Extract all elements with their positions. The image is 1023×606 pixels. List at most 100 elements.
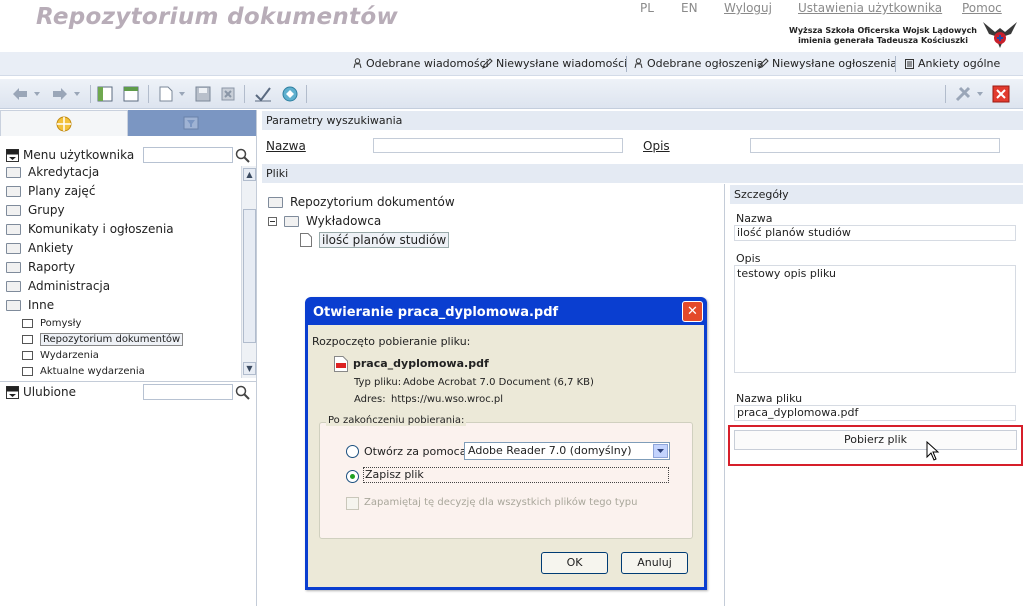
detail-filename-value: praca_dyplomowa.pdf xyxy=(734,405,1016,421)
open-folder-icon xyxy=(6,299,21,311)
folder-icon xyxy=(6,261,21,273)
divider xyxy=(148,85,149,103)
tab-favorites[interactable] xyxy=(128,110,257,136)
divider xyxy=(90,85,91,103)
received-announcements-link[interactable]: Odebrane ogłoszenia xyxy=(633,57,764,70)
detail-desc-value: testowy opis pliku xyxy=(734,265,1016,373)
favorites-search-input[interactable] xyxy=(143,384,233,400)
received-messages-link[interactable]: Odebrane wiadomości xyxy=(352,57,489,70)
name-label: Nazwa xyxy=(266,139,306,153)
cancel-button[interactable]: Anuluj xyxy=(621,552,688,574)
chevron-down-icon[interactable] xyxy=(72,84,82,104)
dialog-close-button[interactable]: ✕ xyxy=(682,301,703,322)
sidebar-item-akredytacja[interactable]: Akredytacja xyxy=(6,165,99,181)
close-icon[interactable] xyxy=(991,84,1011,104)
chevron-down-icon[interactable] xyxy=(975,84,985,104)
chevron-down-icon[interactable] xyxy=(177,84,187,104)
desc-search-input[interactable] xyxy=(750,138,1000,153)
scroll-down-icon[interactable]: ▼ xyxy=(243,362,256,375)
page-title: Repozytorium dokumentów xyxy=(36,4,398,30)
sidebar-item-grupy[interactable]: Grupy xyxy=(6,201,65,219)
unsent-announcements-label: Niewysłane ogłoszenia xyxy=(772,57,898,70)
open-with-radio[interactable] xyxy=(346,445,359,458)
general-surveys-link[interactable]: Ankiety ogólne xyxy=(904,57,1000,70)
chevron-down-icon[interactable] xyxy=(32,84,42,104)
school-name: Wyższa Szkoła Oficerska Wojsk Lądowych i… xyxy=(789,26,977,46)
scroll-up-icon[interactable]: ▲ xyxy=(243,168,256,181)
sidebar-item-label: Akredytacja xyxy=(28,165,100,179)
panel-toggle-icon[interactable] xyxy=(95,84,115,104)
sidebar-item-inne[interactable]: Inne xyxy=(6,296,54,314)
search-icon[interactable] xyxy=(235,385,250,400)
divider xyxy=(244,85,245,103)
collapse-icon[interactable] xyxy=(6,149,19,162)
menu-search-input[interactable] xyxy=(143,147,233,163)
collapse-icon[interactable] xyxy=(6,386,19,399)
detail-name-value: ilość planów studiów xyxy=(734,225,1016,241)
sidebar-item-ankiety[interactable]: Ankiety xyxy=(6,239,73,257)
window-icon[interactable] xyxy=(121,84,141,104)
file-address-label: Adres: xyxy=(354,394,386,405)
save-file-radio[interactable] xyxy=(346,470,359,483)
sidebar-item-administracja[interactable]: Administracja xyxy=(6,277,110,295)
sidebar-item-label: Ankiety xyxy=(28,241,74,255)
person-icon xyxy=(634,58,643,69)
ok-button[interactable]: OK xyxy=(541,552,608,574)
detail-desc-label: Opis xyxy=(736,252,761,265)
tab-menu[interactable] xyxy=(0,110,128,136)
file-label: ilość planów studiów xyxy=(319,232,450,248)
sidebar-item-raporty[interactable]: Raporty xyxy=(6,258,75,276)
lang-pl-link[interactable]: PL xyxy=(640,1,654,15)
user-menu-header: Menu użytkownika xyxy=(0,145,257,165)
download-dialog: Otwieranie praca_dyplomowa.pdf ✕ Rozpocz… xyxy=(305,297,707,590)
file-node[interactable]: ilość planów studiów xyxy=(300,231,450,249)
refresh-icon[interactable] xyxy=(280,84,300,104)
sidebar-item-label: Inne xyxy=(28,298,55,312)
download-file-button[interactable]: Pobierz plik xyxy=(734,430,1017,450)
after-download-label: Po zakończeniu pobierania: xyxy=(326,415,467,426)
general-surveys-label: Ankiety ogólne xyxy=(918,57,1001,70)
check-icon[interactable] xyxy=(253,84,273,104)
folder-node[interactable]: Wykładowca xyxy=(268,212,381,230)
new-document-icon[interactable] xyxy=(156,84,176,104)
sidebar-subitem-aktualne[interactable]: Aktualne wydarzenia xyxy=(22,362,145,377)
unsent-announcements-link[interactable]: Niewysłane ogłoszenia xyxy=(758,57,897,70)
lang-en-link[interactable]: EN xyxy=(681,1,698,15)
folder-icon xyxy=(6,166,21,178)
cursor-icon xyxy=(926,441,940,461)
delete-icon[interactable] xyxy=(218,84,238,104)
search-icon[interactable] xyxy=(235,148,250,163)
back-arrow-icon[interactable] xyxy=(10,84,30,104)
user-settings-link[interactable]: Ustawienia użytkownika xyxy=(798,1,942,15)
unsent-messages-link[interactable]: Niewysłane wiadomości xyxy=(482,57,627,70)
scroll-thumb[interactable] xyxy=(243,209,256,343)
name-search-input[interactable] xyxy=(373,138,623,153)
help-link[interactable]: Pomoc xyxy=(962,1,1002,15)
remember-checkbox[interactable] xyxy=(346,497,359,510)
app-select[interactable]: Adobe Reader 7.0 (domyślny) xyxy=(464,442,670,460)
repo-root-node[interactable]: Repozytorium dokumentów xyxy=(268,193,455,211)
collapse-toggle-icon[interactable] xyxy=(268,216,277,226)
tools-icon[interactable] xyxy=(953,84,973,104)
menu-scrollbar[interactable]: ▲ ▼ xyxy=(241,166,256,378)
logout-link[interactable]: Wyloguj xyxy=(724,1,772,15)
sidebar-tabs xyxy=(0,110,257,136)
save-icon[interactable] xyxy=(193,84,213,104)
sidebar-item-label: Grupy xyxy=(28,203,65,217)
forward-arrow-icon[interactable] xyxy=(50,84,70,104)
messages-bar: Odebrane wiadomości Niewysłane wiadomośc… xyxy=(0,52,1023,76)
filter-icon xyxy=(183,116,199,130)
document-icon xyxy=(300,233,312,247)
sidebar-item-komunikaty[interactable]: Komunikaty i ogłoszenia xyxy=(6,220,174,238)
person-icon xyxy=(353,58,362,69)
detail-name-label: Nazwa xyxy=(736,212,773,225)
chevron-down-icon[interactable] xyxy=(653,444,668,458)
file-type-value: Adobe Acrobat 7.0 Document (6,7 KB) xyxy=(403,377,594,388)
page-icon xyxy=(22,366,33,376)
compass-icon xyxy=(56,116,72,132)
download-started-text: Rozpoczęto pobieranie pliku: xyxy=(312,335,471,348)
sidebar-item-plany[interactable]: Plany zajęć xyxy=(6,182,95,200)
sidebar-item-label: Raporty xyxy=(28,260,76,274)
sidebar-subitem-label: Repozytorium dokumentów xyxy=(40,332,184,346)
favorites-label: Ulubione xyxy=(23,384,77,399)
